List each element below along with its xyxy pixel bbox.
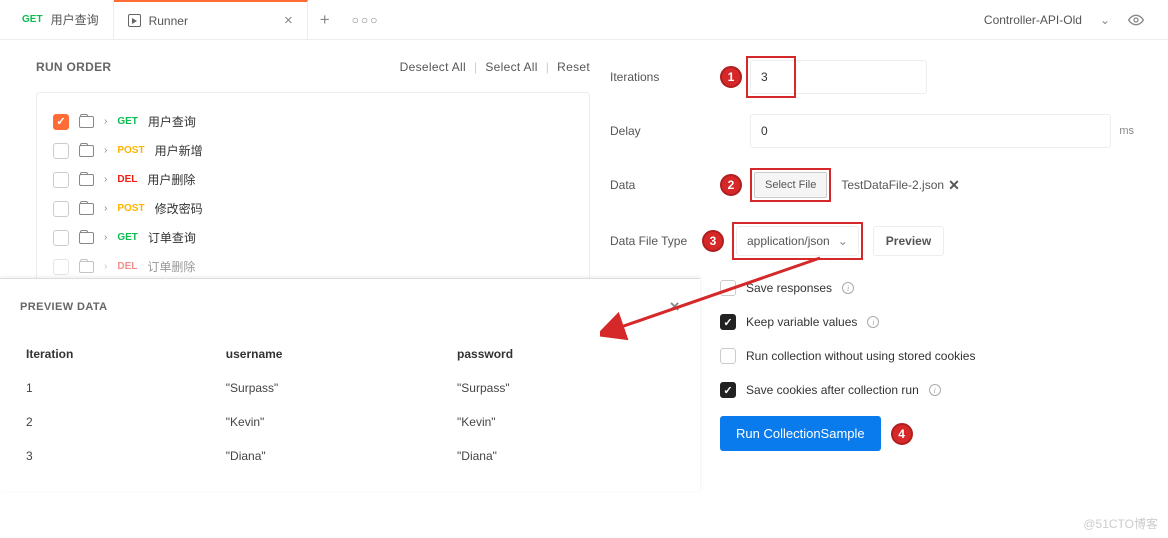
data-file-name: TestDataFile-2.json xyxy=(841,178,944,192)
checkbox[interactable] xyxy=(53,114,69,130)
tab-label: 用户查询 xyxy=(51,11,99,28)
reset-button[interactable]: Reset xyxy=(557,60,590,74)
method-badge: DEL xyxy=(117,174,137,185)
chevron-right-icon: › xyxy=(104,174,107,185)
col-header-username: username xyxy=(220,337,451,371)
run-collection-button[interactable]: Run CollectionSample xyxy=(720,416,881,451)
table-row: 1 "Surpass" "Surpass" xyxy=(20,371,680,405)
checkbox[interactable] xyxy=(53,230,69,246)
no-stored-cookies-label: Run collection without using stored cook… xyxy=(746,349,975,363)
annotation-badge-2: 2 xyxy=(720,174,742,196)
list-item[interactable]: › GET 订单查询 xyxy=(53,223,573,252)
tab-overflow-button[interactable]: ○○○ xyxy=(342,13,390,27)
annotation-badge-3: 3 xyxy=(702,230,724,252)
chevron-down-icon: ⌄ xyxy=(838,234,848,248)
run-order-title: RUN ORDER xyxy=(36,60,111,74)
info-icon[interactable]: i xyxy=(867,316,879,328)
preview-button[interactable]: Preview xyxy=(873,226,944,256)
keep-variable-values-label: Keep variable values xyxy=(746,315,857,329)
tab-label: Runner xyxy=(149,14,188,28)
delay-label: Delay xyxy=(610,124,720,138)
table-row: 3 "Diana" "Diana" xyxy=(20,439,680,473)
info-icon[interactable]: i xyxy=(929,384,941,396)
data-file-type-select[interactable]: application/json ⌄ xyxy=(736,226,859,256)
chevron-right-icon: › xyxy=(104,203,107,214)
annotation-highlight: application/json ⌄ xyxy=(732,222,863,260)
environment-name: Controller-API-Old xyxy=(984,13,1082,27)
chevron-right-icon: › xyxy=(104,116,107,127)
runner-icon xyxy=(128,14,141,27)
list-item[interactable]: › DEL 订单删除 xyxy=(53,252,573,281)
checkbox[interactable] xyxy=(720,348,736,364)
select-file-button[interactable]: Select File xyxy=(754,172,827,198)
save-cookies-label: Save cookies after collection run xyxy=(746,383,919,397)
environment-selector[interactable]: Controller-API-Old ⌄ xyxy=(984,12,1160,28)
annotation-badge-1: 1 xyxy=(720,66,742,88)
folder-icon xyxy=(79,174,94,186)
list-item[interactable]: › POST 用户新增 xyxy=(53,136,573,165)
preview-data-panel: PREVIEW DATA × Iteration username passwo… xyxy=(0,278,700,491)
annotation-badge-4: 4 xyxy=(891,423,913,445)
request-name: 用户删除 xyxy=(147,171,195,188)
info-icon[interactable]: i xyxy=(842,282,854,294)
preview-table: Iteration username password 1 "Surpass" … xyxy=(20,337,680,473)
checkbox[interactable] xyxy=(53,172,69,188)
request-name: 订单删除 xyxy=(147,258,195,275)
tabs-bar: GET 用户查询 Runner × + ○○○ Controller-API-O… xyxy=(0,0,1168,40)
eye-icon[interactable] xyxy=(1128,12,1144,28)
close-icon[interactable]: × xyxy=(670,297,680,317)
data-label: Data xyxy=(610,178,720,192)
checkbox[interactable] xyxy=(53,201,69,217)
annotation-highlight: Select File xyxy=(750,168,831,202)
tab-runner[interactable]: Runner × xyxy=(114,0,308,39)
checkbox[interactable] xyxy=(720,314,736,330)
request-name: 用户查询 xyxy=(148,113,196,130)
delay-unit: ms xyxy=(1119,125,1134,137)
checkbox[interactable] xyxy=(720,382,736,398)
table-row: 2 "Kevin" "Kevin" xyxy=(20,405,680,439)
method-badge: POST xyxy=(117,145,144,156)
iterations-input[interactable] xyxy=(750,60,927,94)
select-value: application/json xyxy=(747,234,830,248)
checkbox[interactable] xyxy=(720,280,736,296)
tab-request[interactable]: GET 用户查询 xyxy=(8,0,114,39)
folder-icon xyxy=(79,116,94,128)
list-item[interactable]: › DEL 用户删除 xyxy=(53,165,573,194)
clear-file-button[interactable]: ✕ xyxy=(948,177,960,194)
list-item[interactable]: › POST 修改密码 xyxy=(53,194,573,223)
folder-icon xyxy=(79,261,94,273)
method-badge: GET xyxy=(117,232,138,243)
method-badge: GET xyxy=(22,14,43,25)
list-item[interactable]: › GET 用户查询 xyxy=(53,107,573,136)
delay-input[interactable] xyxy=(750,114,1111,148)
col-header-iteration: Iteration xyxy=(20,337,220,371)
select-all-button[interactable]: Select All xyxy=(485,60,537,74)
checkbox[interactable] xyxy=(53,143,69,159)
folder-icon xyxy=(79,203,94,215)
folder-icon xyxy=(79,232,94,244)
request-name: 修改密码 xyxy=(155,200,203,217)
preview-title: PREVIEW DATA xyxy=(20,301,108,313)
request-name: 用户新增 xyxy=(155,142,203,159)
watermark: @51CTO博客 xyxy=(1083,515,1158,532)
method-badge: GET xyxy=(117,116,138,127)
request-list: › GET 用户查询 › POST 用户新增 › DEL 用户删除 xyxy=(36,92,590,296)
request-name: 订单查询 xyxy=(148,229,196,246)
save-responses-label: Save responses xyxy=(746,281,832,295)
chevron-right-icon: › xyxy=(104,145,107,156)
chevron-down-icon: ⌄ xyxy=(1100,13,1110,27)
method-badge: DEL xyxy=(117,261,137,272)
new-tab-button[interactable]: + xyxy=(308,10,342,30)
method-badge: POST xyxy=(117,203,144,214)
chevron-right-icon: › xyxy=(104,261,107,272)
close-icon[interactable]: × xyxy=(284,12,293,29)
chevron-right-icon: › xyxy=(104,232,107,243)
col-header-password: password xyxy=(451,337,680,371)
deselect-all-button[interactable]: Deselect All xyxy=(400,60,466,74)
iterations-label: Iterations xyxy=(610,70,720,84)
folder-icon xyxy=(79,145,94,157)
checkbox[interactable] xyxy=(53,259,69,275)
